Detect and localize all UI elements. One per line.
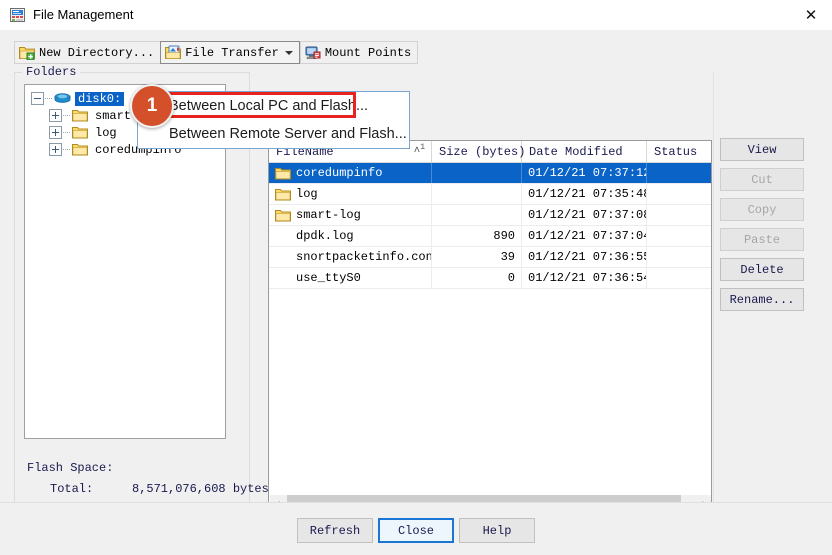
filename-text: smart-log	[296, 208, 361, 222]
cell-status	[647, 247, 711, 267]
dialog-buttons: Refresh Close Help	[0, 502, 832, 555]
filename-text: log	[296, 187, 318, 201]
column-header-status[interactable]: Status	[647, 141, 711, 162]
table-row[interactable]: use_ttyS0 0 01/12/21 07:36:54	[269, 268, 711, 289]
column-header-size[interactable]: Size (bytes)	[432, 141, 526, 162]
table-row[interactable]: log 01/12/21 07:35:48	[269, 184, 711, 205]
disk-icon	[54, 92, 71, 105]
file-actions: View Cut Copy Paste Delete Rename...	[720, 138, 804, 318]
cell-date-modified: 01/12/21 07:37:08	[522, 205, 647, 225]
expand-icon[interactable]	[49, 109, 62, 122]
cell-filename: snortpacketinfo.conf	[269, 247, 432, 267]
folder-icon	[72, 126, 88, 139]
expand-icon[interactable]	[49, 143, 62, 156]
cell-size	[432, 205, 522, 225]
cell-date-modified: 01/12/21 07:37:04	[522, 226, 647, 246]
tree-connector	[63, 115, 70, 116]
cell-filename: log	[269, 184, 432, 204]
toolbar: New Directory... File Transfer Mount Poi…	[14, 41, 419, 64]
flash-space-total: Total: 8,571,076,608 bytes	[27, 479, 269, 500]
table-row[interactable]: coredumpinfo 01/12/21 07:37:12	[269, 163, 711, 184]
copy-button: Copy	[720, 198, 804, 221]
expand-icon[interactable]	[49, 126, 62, 139]
file-transfer-button[interactable]: File Transfer	[160, 41, 300, 64]
sort-ascending-icon: ˄1	[413, 143, 425, 158]
new-directory-button[interactable]: New Directory...	[14, 41, 161, 64]
column-header-label: Status	[654, 144, 698, 159]
folder-icon	[72, 109, 88, 122]
delete-button[interactable]: Delete	[720, 258, 804, 281]
flash-total-label: Total:	[50, 482, 94, 496]
folder-icon	[275, 209, 291, 222]
column-header-date-modified[interactable]: Date Modified	[522, 141, 647, 162]
file-transfer-icon	[165, 45, 182, 60]
mount-points-icon	[305, 45, 321, 60]
annotation-badge: 1	[130, 84, 174, 128]
filename-text: snortpacketinfo.conf	[296, 250, 432, 264]
new-directory-label: New Directory...	[39, 45, 155, 60]
rename-button[interactable]: Rename...	[720, 288, 804, 311]
cell-filename: smart-log	[269, 205, 432, 225]
file-transfer-menu[interactable]: Between Local PC and Flash... Between Re…	[137, 91, 410, 149]
menu-item-between-local-pc-and-flash[interactable]: Between Local PC and Flash...	[138, 92, 409, 120]
cell-status	[647, 163, 711, 183]
cell-date-modified: 01/12/21 07:35:48	[522, 184, 647, 204]
cell-status	[647, 226, 711, 246]
cell-filename: dpdk.log	[269, 226, 432, 246]
title-bar: File Management ✕	[0, 0, 832, 31]
cell-status	[647, 184, 711, 204]
table-row[interactable]: snortpacketinfo.conf 39 01/12/21 07:36:5…	[269, 247, 711, 268]
tree-item-label: disk0:	[75, 91, 125, 106]
help-button[interactable]: Help	[459, 518, 535, 543]
table-row[interactable]: dpdk.log 890 01/12/21 07:37:04	[269, 226, 711, 247]
cell-size: 39	[432, 247, 522, 267]
flash-space-heading: Flash Space:	[27, 461, 114, 475]
paste-button: Paste	[720, 228, 804, 251]
column-header-label: Size (bytes)	[439, 144, 526, 159]
tree-item-label: log	[95, 125, 117, 140]
folder-icon	[275, 188, 291, 201]
cell-size	[432, 184, 522, 204]
close-icon[interactable]: ✕	[790, 0, 832, 29]
folder-icon	[72, 143, 88, 156]
window-content: New Directory... File Transfer Mount Poi…	[0, 30, 832, 555]
close-button[interactable]: Close	[378, 518, 454, 543]
file-transfer-label: File Transfer	[185, 45, 279, 60]
cell-filename: coredumpinfo	[269, 163, 432, 183]
folders-legend: Folders	[22, 65, 81, 79]
panel-divider	[713, 72, 714, 520]
tree-connector	[63, 132, 70, 133]
cell-size: 0	[432, 268, 522, 288]
cell-size	[432, 163, 522, 183]
file-management-window: File Management ✕ New Directory... File …	[0, 0, 832, 555]
table-row[interactable]: smart-log 01/12/21 07:37:08	[269, 205, 711, 226]
cell-date-modified: 01/12/21 07:36:55	[522, 247, 647, 267]
cut-button: Cut	[720, 168, 804, 191]
folder-icon	[275, 167, 291, 180]
cell-date-modified: 01/12/21 07:36:54	[522, 268, 647, 288]
new-folder-icon	[19, 45, 35, 60]
refresh-button[interactable]: Refresh	[297, 518, 373, 543]
cell-status	[647, 268, 711, 288]
column-header-label: Date Modified	[529, 144, 623, 159]
view-button[interactable]: View	[720, 138, 804, 161]
file-list[interactable]: FileName ˄1 Size (bytes) Date Modified S…	[268, 140, 712, 514]
chevron-down-icon[interactable]	[284, 50, 293, 55]
filename-text: use_ttyS0	[296, 271, 361, 285]
cell-filename: use_ttyS0	[269, 268, 432, 288]
filename-text: coredumpinfo	[296, 166, 383, 180]
flash-total-value: 8,571,076,608 bytes	[132, 482, 269, 496]
cell-date-modified: 01/12/21 07:37:12	[522, 163, 647, 183]
cell-size: 890	[432, 226, 522, 246]
mount-points-label: Mount Points	[324, 45, 412, 60]
menu-item-between-remote-server-and-flash[interactable]: Between Remote Server and Flash...	[138, 120, 409, 148]
cell-status	[647, 205, 711, 225]
window-title: File Management	[33, 7, 134, 22]
tree-connector	[45, 98, 52, 99]
mount-points-button[interactable]: Mount Points	[299, 41, 419, 64]
collapse-icon[interactable]	[31, 92, 44, 105]
file-management-icon	[10, 7, 26, 23]
tree-connector	[63, 149, 70, 150]
filename-text: dpdk.log	[296, 229, 354, 243]
